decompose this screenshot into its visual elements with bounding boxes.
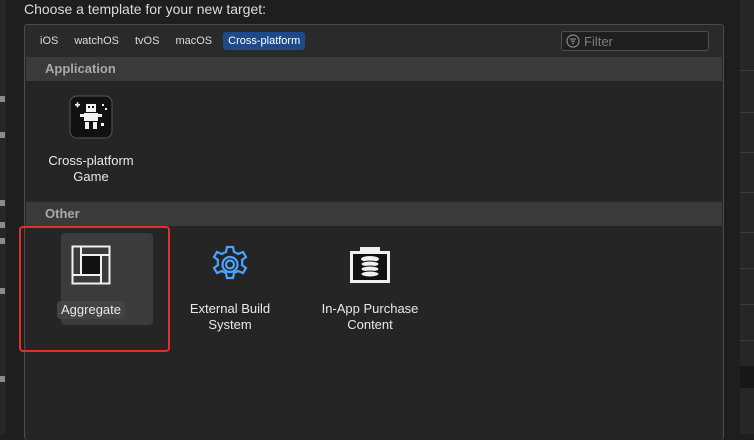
- template-in-app-purchase-content[interactable]: In-App Purchase Content: [310, 243, 430, 333]
- tab-ios[interactable]: iOS: [35, 32, 63, 50]
- section-header-application: Application: [26, 57, 722, 81]
- template-cross-platform-game[interactable]: Cross-platform Game: [41, 95, 141, 185]
- platform-tabs: iOS watchOS tvOS macOS Cross-platform: [35, 32, 306, 50]
- tab-cross-platform[interactable]: Cross-platform: [223, 32, 306, 50]
- background-right-strip: [740, 0, 754, 434]
- in-app-purchase-icon: [348, 243, 392, 287]
- game-icon: [69, 95, 113, 139]
- dialog-title: Choose a template for your new target:: [24, 1, 267, 17]
- section-header-other: Other: [26, 202, 722, 226]
- template-label-line1: External Build: [189, 301, 271, 316]
- template-label-line2: Content: [347, 317, 393, 332]
- filter-field[interactable]: [561, 31, 709, 51]
- template-label-line1: Cross-platform: [48, 153, 134, 168]
- template-label-line2: System: [208, 317, 252, 332]
- template-external-build-system[interactable]: External Build System: [180, 243, 280, 333]
- filter-icon: [566, 34, 580, 48]
- tab-watchos[interactable]: watchOS: [69, 32, 124, 50]
- template-label-line1: In-App Purchase: [321, 301, 419, 316]
- tab-tvos[interactable]: tvOS: [130, 32, 164, 50]
- gear-icon: [208, 243, 252, 287]
- background-left-strip: [0, 0, 6, 434]
- tab-macos[interactable]: macOS: [170, 32, 217, 50]
- filter-input[interactable]: [580, 33, 704, 49]
- template-label-line2: Game: [73, 169, 109, 184]
- selection-highlight-box: [19, 226, 170, 352]
